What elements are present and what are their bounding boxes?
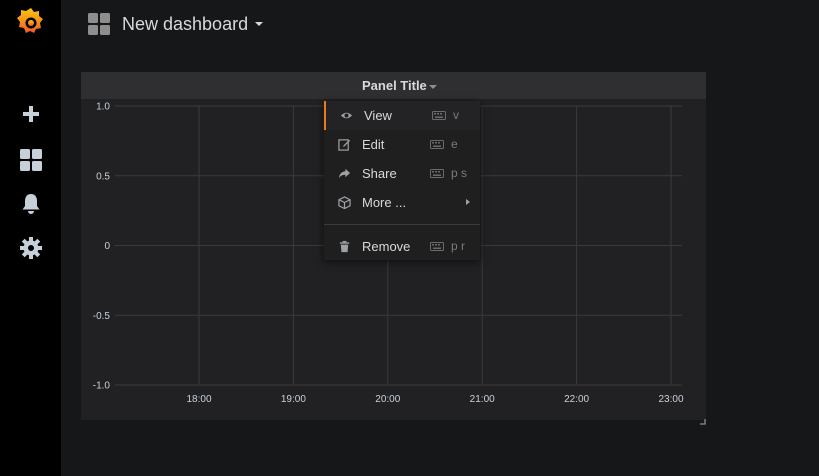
resize-handle-icon[interactable] <box>698 412 706 425</box>
share-icon <box>338 168 351 179</box>
dashboard-title[interactable]: New dashboard <box>122 13 248 35</box>
chevron-right-icon <box>466 199 470 205</box>
menu-item-shortcut: v <box>453 108 459 122</box>
dashboards-icon[interactable] <box>0 140 61 180</box>
keyboard-icon <box>430 169 444 178</box>
bell-icon[interactable] <box>0 184 61 224</box>
menu-item-label: Share <box>362 166 397 181</box>
y-tick-label: 0.5 <box>96 171 110 182</box>
y-tick-label: -0.5 <box>93 311 111 322</box>
menu-item-edit[interactable]: Edit e <box>324 130 480 159</box>
cube-icon <box>338 196 351 209</box>
menu-divider <box>324 224 480 225</box>
menu-item-shortcut: e <box>451 137 458 151</box>
edit-icon <box>338 139 351 151</box>
y-tick-label: -1.0 <box>93 381 111 392</box>
gear-icon[interactable] <box>0 228 61 268</box>
chevron-down-icon[interactable] <box>255 22 263 26</box>
menu-item-shortcut: p s <box>451 166 468 180</box>
menu-item-share[interactable]: Share p s <box>324 159 480 188</box>
x-tick-label: 23:00 <box>658 394 683 405</box>
menu-item-label: Edit <box>362 137 385 152</box>
keyboard-icon <box>430 140 444 149</box>
x-tick-label: 18:00 <box>186 394 211 405</box>
menu-item-more[interactable]: More ... <box>324 188 480 217</box>
x-tick-label: 19:00 <box>281 394 306 405</box>
eye-icon <box>340 112 353 119</box>
menu-item-label: More ... <box>362 195 407 210</box>
panel-context-menu: View v Edit e Share p s More ... Remove … <box>324 101 480 260</box>
y-tick-label: 0 <box>104 241 110 252</box>
dashboard-topbar: New dashboard <box>61 0 819 52</box>
x-tick-label: 22:00 <box>564 394 589 405</box>
dashboard-grid-icon <box>88 13 110 40</box>
menu-item-view[interactable]: View v <box>324 101 480 130</box>
menu-item-label: Remove <box>362 239 411 254</box>
menu-item-remove[interactable]: Remove p r <box>324 232 480 261</box>
menu-item-label: View <box>364 108 392 123</box>
x-tick-label: 21:00 <box>470 394 495 405</box>
plus-icon[interactable] <box>0 94 61 134</box>
y-tick-label: 1.0 <box>96 102 110 113</box>
keyboard-icon <box>430 242 444 251</box>
x-tick-label: 20:00 <box>375 394 400 405</box>
sidebar <box>0 0 61 476</box>
grafana-logo-icon[interactable] <box>0 2 61 42</box>
keyboard-icon <box>432 111 446 120</box>
menu-item-shortcut: p r <box>451 239 466 253</box>
trash-icon <box>339 240 350 253</box>
